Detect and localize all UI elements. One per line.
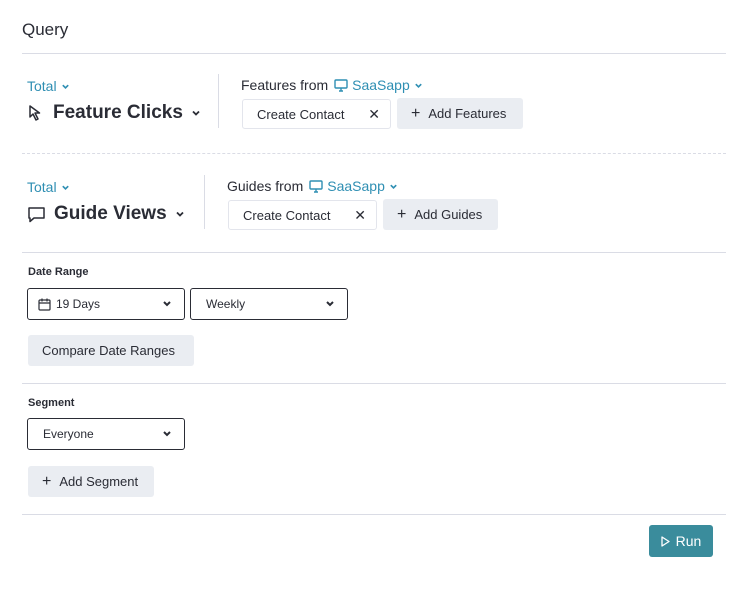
vertical-divider bbox=[218, 74, 219, 128]
add-guides-button[interactable]: + Add Guides bbox=[383, 199, 498, 230]
chevron-down-icon bbox=[61, 185, 69, 190]
metric-dropdown-guides[interactable]: Guide Views bbox=[27, 203, 185, 225]
feature-chip: Create Contact ✕ bbox=[242, 99, 391, 129]
plus-icon: + bbox=[411, 104, 421, 122]
guide-chip: Create Contact ✕ bbox=[228, 200, 377, 230]
monitor-icon bbox=[309, 179, 323, 193]
date-range-select[interactable]: 19 Days bbox=[27, 288, 185, 320]
add-segment-button[interactable]: + Add Segment bbox=[28, 466, 154, 497]
metric-dropdown-features[interactable]: Feature Clicks bbox=[27, 102, 201, 124]
divider bbox=[22, 53, 726, 54]
chevron-down-icon bbox=[326, 301, 334, 307]
divider bbox=[22, 383, 726, 384]
chip-label: Create Contact bbox=[257, 106, 345, 122]
segment-select[interactable]: Everyone bbox=[27, 418, 185, 450]
divider bbox=[22, 252, 726, 253]
add-features-button[interactable]: + Add Features bbox=[397, 98, 523, 129]
plus-icon: + bbox=[42, 472, 52, 490]
add-features-label: Add Features bbox=[428, 106, 507, 121]
chip-label: Create Contact bbox=[243, 207, 331, 223]
features-source-row: Features from SaaSapp bbox=[241, 77, 423, 93]
metric-label: Guide Views bbox=[54, 203, 167, 224]
divider bbox=[22, 514, 726, 515]
compare-date-ranges-label: Compare Date Ranges bbox=[42, 343, 175, 358]
segment-label: Segment bbox=[28, 397, 75, 409]
divider-dashed bbox=[22, 153, 726, 154]
add-segment-label: Add Segment bbox=[59, 474, 139, 489]
chevron-down-icon bbox=[192, 110, 200, 116]
page-title: Query bbox=[22, 20, 69, 39]
chevron-down-icon bbox=[414, 83, 422, 88]
run-button[interactable]: Run bbox=[649, 525, 713, 557]
app-dropdown-features[interactable]: SaaSapp bbox=[334, 77, 423, 93]
metric-label: Feature Clicks bbox=[53, 102, 183, 123]
cursor-arrow-icon bbox=[29, 105, 41, 121]
monitor-icon bbox=[334, 78, 348, 92]
chat-bubble-icon bbox=[28, 206, 45, 222]
vertical-divider bbox=[204, 175, 205, 229]
play-icon bbox=[661, 535, 670, 547]
aggregation-label: Total bbox=[27, 78, 57, 94]
aggregation-dropdown-guides[interactable]: Total bbox=[27, 179, 70, 195]
chevron-down-icon bbox=[61, 84, 69, 89]
add-guides-label: Add Guides bbox=[414, 207, 483, 222]
features-from-label: Features from bbox=[241, 77, 329, 93]
run-label: Run bbox=[675, 533, 702, 549]
chevron-down-icon bbox=[176, 211, 184, 217]
compare-date-ranges-button[interactable]: Compare Date Ranges bbox=[28, 335, 194, 366]
close-icon[interactable]: ✕ bbox=[368, 106, 380, 123]
interval-select[interactable]: Weekly bbox=[190, 288, 348, 320]
date-range-label: Date Range bbox=[28, 266, 89, 278]
segment-value: Everyone bbox=[43, 427, 94, 441]
aggregation-label: Total bbox=[27, 179, 57, 195]
aggregation-dropdown-features[interactable]: Total bbox=[27, 78, 70, 94]
chevron-down-icon bbox=[163, 301, 171, 307]
chevron-down-icon bbox=[390, 184, 397, 189]
app-name: SaaSapp bbox=[352, 77, 410, 93]
plus-icon: + bbox=[397, 205, 407, 223]
app-dropdown-guides[interactable]: SaaSapp bbox=[309, 178, 398, 194]
calendar-icon bbox=[38, 298, 51, 311]
guides-source-row: Guides from SaaSapp bbox=[227, 178, 398, 194]
close-icon[interactable]: ✕ bbox=[354, 207, 366, 224]
interval-value: Weekly bbox=[206, 297, 246, 311]
app-name: SaaSapp bbox=[327, 178, 385, 194]
guides-from-label: Guides from bbox=[227, 178, 304, 194]
chevron-down-icon bbox=[163, 431, 171, 437]
date-range-value: 19 Days bbox=[56, 297, 101, 311]
